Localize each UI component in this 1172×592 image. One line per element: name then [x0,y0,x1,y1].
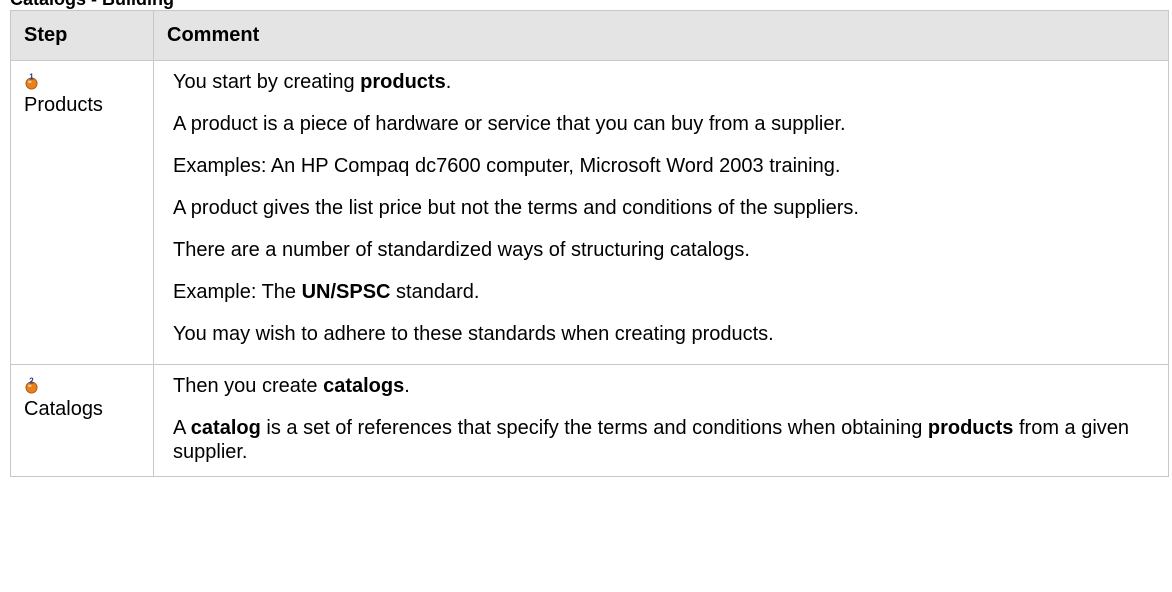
comment-paragraph: A catalog is a set of references that sp… [173,417,1130,463]
comment-paragraph: There are a number of standardized ways … [173,239,750,261]
comment-paragraph: A product gives the list price but not t… [173,197,859,219]
comment-paragraph: You start by creating products. [173,71,452,93]
header-step: Step [10,10,154,61]
step-label: Catalogs [24,398,103,420]
step-2-icon: 2 [25,377,38,394]
comment-paragraph: Example: The UN/SPSC standard. [173,281,480,303]
step-2-number: 2 [29,377,34,386]
step-cell: 1 Products [10,60,154,365]
step-label: Products [24,94,103,116]
comment-paragraph: Examples: An HP Compaq dc7600 computer, … [173,155,841,177]
comment-cell: You start by creating products. A produc… [153,60,1169,365]
comment-cell: Then you create catalogs. A catalog is a… [153,364,1169,477]
step-1-number: 1 [29,73,34,82]
step-cell: 2 Catalogs [10,364,154,477]
table-row: 1 Products You start by creating product… [10,60,1169,365]
comment-paragraph: Then you create catalogs. [173,375,410,397]
steps-table: Step Comment 1 Products You start by cre… [10,10,1169,477]
comment-paragraph: You may wish to adhere to these standard… [173,323,774,345]
table-caption: Catalogs - Building [10,0,174,10]
step-1-icon: 1 [25,73,38,90]
comment-paragraph: A product is a piece of hardware or serv… [173,113,846,135]
table-header-row: Step Comment [10,10,1169,61]
header-comment: Comment [153,10,1169,61]
table-row: 2 Catalogs Then you create catalogs. A c… [10,364,1169,477]
